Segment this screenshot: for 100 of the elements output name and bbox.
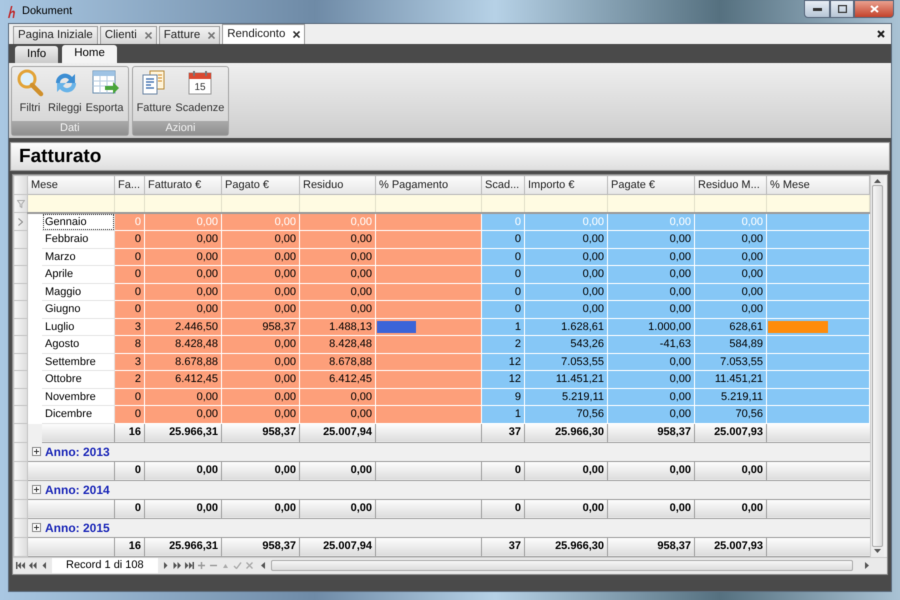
expand-icon[interactable] [32, 485, 41, 494]
previous-page-icon[interactable] [28, 562, 37, 569]
summary-cell: 0,00 [300, 461, 376, 480]
column-header[interactable]: % Mese [766, 176, 870, 194]
right-arrow-icon[interactable] [865, 562, 869, 569]
check-icon[interactable] [232, 562, 242, 569]
column-header[interactable]: % Pagamento [376, 176, 482, 194]
row-header[interactable] [14, 266, 28, 283]
tab-label: Fatture [164, 28, 200, 43]
row-header[interactable] [14, 388, 28, 406]
filter-field[interactable] [482, 194, 524, 212]
filter-field[interactable] [376, 194, 482, 212]
ribbon-button[interactable]: Esporta [84, 68, 125, 120]
summary-cell: 0 [114, 461, 144, 480]
minimize-button[interactable] [804, 0, 830, 18]
table-cell: 0,00 [222, 248, 300, 266]
row-header[interactable] [14, 230, 28, 248]
close-button[interactable] [854, 0, 894, 18]
last-record-icon[interactable] [184, 562, 194, 569]
group-label[interactable]: Anno: 2013 [45, 442, 110, 460]
filter-field[interactable] [694, 194, 766, 212]
column-header[interactable]: Fa... [114, 176, 144, 194]
next-page-icon[interactable] [172, 562, 182, 569]
filter-field[interactable] [766, 194, 870, 212]
column-header[interactable]: Residuo [300, 176, 376, 194]
row-header[interactable] [14, 212, 28, 230]
summary-cell: 0 [482, 461, 524, 480]
document-tab[interactable]: Rendiconto [222, 24, 306, 44]
first-record-icon[interactable] [16, 562, 25, 569]
close-icon[interactable] [293, 31, 300, 38]
close-icon[interactable] [877, 30, 885, 38]
filter-field[interactable] [524, 194, 608, 212]
row-header[interactable] [14, 318, 28, 336]
filter-field[interactable] [114, 194, 144, 212]
table-cell: 0,00 [524, 248, 608, 266]
up-arrow-icon[interactable] [874, 179, 881, 183]
ribbon-tab[interactable]: Home [62, 45, 117, 63]
filter-field[interactable] [222, 194, 300, 212]
group-label[interactable]: Anno: 2015 [45, 518, 110, 536]
summary-cell: 958,37 [222, 423, 300, 442]
search-icon [16, 69, 44, 97]
group-label[interactable]: Anno: 2014 [45, 480, 110, 498]
summary-cell: 16 [114, 423, 144, 442]
column-header[interactable]: Residuo M... [694, 176, 766, 194]
summary-cell: 0 [482, 499, 524, 518]
row-header[interactable] [14, 248, 28, 266]
filter-field[interactable] [608, 194, 694, 212]
filter-field[interactable] [28, 194, 114, 212]
spreadsheet-icon [90, 69, 119, 97]
document-tab[interactable]: Fatture [158, 26, 220, 44]
table-cell: 0 [482, 248, 524, 266]
minus-icon[interactable] [208, 562, 218, 569]
expand-icon[interactable] [32, 523, 41, 532]
row-header[interactable] [14, 336, 28, 353]
column-header[interactable]: Pagate € [608, 176, 694, 194]
row-header[interactable] [14, 370, 28, 388]
summary-cell: 0,00 [144, 499, 222, 518]
column-header[interactable]: Fatturato € [144, 176, 222, 194]
ribbon-button[interactable]: 15 Scadenze [174, 68, 226, 120]
document-tab[interactable]: Pagina Iniziale [13, 26, 98, 44]
vertical-scrollbar[interactable] [870, 175, 884, 556]
column-header[interactable]: Scad... [482, 176, 524, 194]
filter-icon[interactable] [16, 200, 24, 208]
column-header[interactable]: Mese [28, 176, 114, 194]
expand-icon[interactable] [32, 447, 41, 456]
summary-cell: 0,00 [694, 461, 766, 480]
table-cell: 0,00 [608, 283, 694, 300]
caret-up-icon[interactable] [220, 562, 230, 569]
filter-field[interactable] [300, 194, 376, 212]
table-cell: Maggio [42, 283, 114, 300]
row-header[interactable] [14, 353, 28, 370]
maximize-button[interactable] [830, 0, 854, 18]
ribbon-tab[interactable]: Info [15, 46, 58, 63]
ribbon-button[interactable]: Rileggi [47, 68, 83, 120]
summary-cell: 0,00 [524, 499, 608, 518]
row-header[interactable] [14, 283, 28, 300]
table-cell: Settembre [42, 353, 114, 370]
left-arrow-icon[interactable] [260, 562, 265, 569]
table-cell: 12 [482, 370, 524, 388]
ribbon-button[interactable]: Fatture [136, 68, 172, 120]
group-label: Azioni [132, 121, 228, 135]
table-cell: 1.488,13 [300, 318, 376, 336]
table-cell: 0,00 [300, 230, 376, 248]
table-cell: 0,00 [222, 283, 300, 300]
row-header[interactable] [14, 406, 28, 423]
table-cell: 3 [114, 353, 144, 370]
down-arrow-icon[interactable] [874, 548, 881, 552]
column-header[interactable]: Pagato € [222, 176, 300, 194]
previous-record-icon[interactable] [40, 562, 49, 569]
column-header[interactable]: Importo € [524, 176, 608, 194]
table-cell: 0,00 [144, 283, 222, 300]
summary-cell: 37 [482, 537, 524, 556]
table-cell: 6.412,45 [300, 370, 376, 388]
filter-field[interactable] [144, 194, 222, 212]
x-icon[interactable] [244, 562, 254, 569]
document-tab[interactable]: Clienti [100, 26, 157, 44]
table-cell: 8.678,88 [144, 353, 222, 370]
table-cell: 0,00 [524, 266, 608, 283]
ribbon-button[interactable]: Filtri [15, 68, 45, 120]
row-header[interactable] [14, 300, 28, 318]
